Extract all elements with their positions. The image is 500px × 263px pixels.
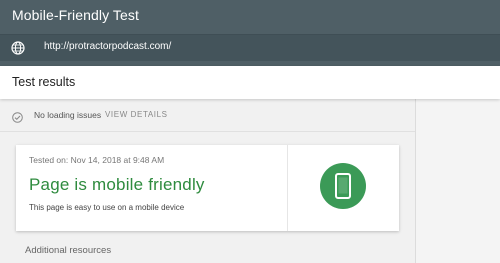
app-title: Mobile-Friendly Test [12, 7, 140, 23]
url-bar[interactable]: http://protractorpodcast.com/ [0, 34, 500, 61]
card-divider [287, 145, 288, 231]
side-panel [415, 99, 500, 263]
divider [0, 131, 415, 132]
app-header: Mobile-Friendly Test http://protractorpo… [0, 0, 500, 66]
results-title: Test results [12, 75, 76, 89]
view-details-link[interactable]: VIEW DETAILS [105, 110, 168, 119]
verdict-description: This page is easy to use on a mobile dev… [29, 203, 185, 212]
page: Mobile-Friendly Test http://protractorpo… [0, 0, 500, 263]
result-card: Tested on: Nov 14, 2018 at 9:48 AM Page … [16, 145, 399, 231]
mobile-phone-icon [320, 163, 366, 209]
additional-resources-heading: Additional resources [25, 245, 112, 256]
results-header: Test results [0, 66, 500, 99]
globe-icon [11, 41, 25, 55]
url-text[interactable]: http://protractorpodcast.com/ [44, 41, 171, 52]
tested-on-timestamp: Tested on: Nov 14, 2018 at 9:48 AM [29, 155, 165, 165]
check-circle-icon [12, 110, 23, 123]
loading-status: No loading issues [34, 110, 102, 120]
results-content: No loading issues VIEW DETAILS Tested on… [0, 99, 415, 263]
verdict-title: Page is mobile friendly [29, 175, 205, 194]
